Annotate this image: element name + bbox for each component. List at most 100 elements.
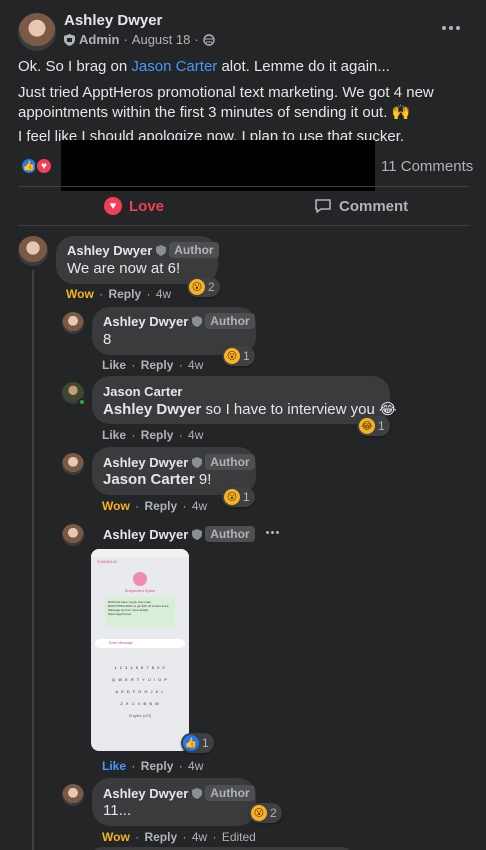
comment-header: Ashley Dwyer Author <box>67 242 219 258</box>
like-button[interactable]: Like <box>102 759 126 773</box>
reply-avatar[interactable] <box>62 524 84 546</box>
reply-text: 11... <box>103 802 132 819</box>
reply-reactions[interactable]: 👍 1 <box>181 733 214 753</box>
shield-icon <box>192 787 203 799</box>
love-reaction-icon: ♥ <box>35 157 53 175</box>
attached-screenshot-image[interactable]: 918246124 Suspected Spam 2020 has been r… <box>91 549 189 751</box>
reply-author[interactable]: Ashley Dwyer <box>103 455 188 470</box>
post-line-1: Ok. So I brag on Jason Carter alot. Lemm… <box>18 58 390 75</box>
reply-button[interactable]: Reply <box>144 499 177 513</box>
post-line-2: Just tried ApptHeros promotional text ma… <box>18 84 434 121</box>
comment-icon <box>315 199 331 213</box>
reply-reactions[interactable]: 😮 2 <box>249 803 282 823</box>
reply-header: Ashley Dwyer Author <box>103 526 255 542</box>
thread-line <box>32 270 34 850</box>
reply-reactions[interactable]: 😂 1 <box>357 416 390 436</box>
reply-button[interactable]: Reply <box>108 287 141 301</box>
reply-button[interactable]: Reply <box>141 358 174 372</box>
comment-actions: Wow · Reply · 4w <box>66 287 172 301</box>
wow-reaction-icon: 😮 <box>251 805 267 821</box>
reply-button[interactable]: Reply <box>141 428 174 442</box>
mention-tag[interactable]: Ashley Dwyer <box>103 401 201 418</box>
reply-author[interactable]: Jason Carter <box>103 384 182 399</box>
mention-link[interactable]: Jason Carter <box>131 58 217 75</box>
keyboard: 1 2 3 4 5 6 7 8 9 0 Q W E R T Y U I O P … <box>91 652 189 722</box>
reply-actions: Like · Reply · 4w <box>102 759 204 773</box>
reply-header: Ashley Dwyer Author <box>103 313 255 329</box>
admin-shield-icon <box>64 33 75 46</box>
comment-text: We are now at 6! <box>67 260 181 277</box>
author-badge: Author <box>205 785 255 801</box>
author-badge: Author <box>205 526 255 542</box>
shield-icon <box>192 456 203 468</box>
reply-avatar[interactable] <box>62 453 84 475</box>
comment-avatar[interactable] <box>18 236 48 266</box>
post-reactions-summary[interactable]: 👍 ♥ <box>20 157 53 175</box>
like-reaction-icon: 👍 <box>183 735 199 751</box>
actions-divider-top <box>18 186 469 187</box>
comment-time[interactable]: 4w <box>156 287 171 301</box>
comment-more-icon[interactable] <box>266 531 279 534</box>
love-icon: ♥ <box>104 197 122 215</box>
reply-button[interactable]: Reply <box>141 759 174 773</box>
love-button[interactable]: ♥ Love <box>104 197 164 215</box>
comments-count[interactable]: 11 Comments <box>381 158 473 175</box>
reply-actions: Wow · Reply · 4w · Edited <box>102 830 256 844</box>
comment-button[interactable]: Comment <box>314 197 408 215</box>
reply-text: 8 <box>103 331 112 348</box>
comment-time[interactable]: 4w <box>192 830 207 844</box>
reply-avatar[interactable] <box>62 312 84 334</box>
comment-time[interactable]: 4w <box>188 759 203 773</box>
comment-author[interactable]: Ashley Dwyer <box>67 243 152 258</box>
reply-text: Ashley Dwyer so I have to interview you … <box>103 401 397 418</box>
author-badge: Author <box>205 454 255 470</box>
contact-icon <box>133 572 147 586</box>
like-button[interactable]: Like <box>102 428 126 442</box>
reply-text: Jason Carter 9! <box>103 471 212 488</box>
reply-button[interactable]: Reply <box>144 830 177 844</box>
post-author-avatar[interactable] <box>18 13 56 51</box>
mention-tag[interactable]: Jason Carter <box>103 471 195 488</box>
author-badge: Author <box>205 313 255 329</box>
comment-time[interactable]: 4w <box>192 499 207 513</box>
actions-divider-bottom <box>18 225 469 226</box>
post-role: Admin <box>79 32 120 47</box>
post-meta: Admin · August 18 · <box>64 32 215 47</box>
like-button[interactable]: Like <box>102 358 126 372</box>
reply-actions: Like · Reply · 4w <box>102 428 204 442</box>
sms-message: 2020 has been rough. Use code BACKTOSCHO… <box>105 597 175 627</box>
haha-reaction-icon: 😂 <box>359 418 375 434</box>
more-options-icon[interactable] <box>442 20 462 36</box>
reply-reactions[interactable]: 😮 1 <box>222 346 255 366</box>
redacted-area <box>61 140 375 191</box>
reply-avatar[interactable] <box>62 784 84 806</box>
spam-title: Suspected Spam <box>124 588 156 593</box>
message-input: Enter Message <box>95 639 185 648</box>
reaction-button[interactable]: Wow <box>66 287 94 301</box>
reply-reactions[interactable]: 😮 1 <box>222 487 255 507</box>
reply-header: Ashley Dwyer Author <box>103 454 255 470</box>
wow-reaction-icon: 😮 <box>224 489 240 505</box>
comment-time[interactable]: 4w <box>188 358 203 372</box>
shield-icon <box>192 528 203 540</box>
wow-reaction-icon: 😮 <box>224 348 240 364</box>
privacy-globe-icon <box>202 33 215 46</box>
online-status-dot <box>78 398 86 406</box>
reply-author[interactable]: Ashley Dwyer <box>103 527 188 542</box>
reply-author[interactable]: Ashley Dwyer <box>103 314 188 329</box>
post-author-name[interactable]: Ashley Dwyer <box>64 12 162 29</box>
reaction-button[interactable]: Wow <box>102 499 130 513</box>
reply-author[interactable]: Ashley Dwyer <box>103 786 188 801</box>
shield-icon <box>192 315 203 327</box>
reaction-button[interactable]: Wow <box>102 830 130 844</box>
post-date[interactable]: August 18 <box>132 32 191 47</box>
reply-actions: Like · Reply · 4w <box>102 358 204 372</box>
edited-label: Edited <box>221 830 256 844</box>
comment-time[interactable]: 4w <box>188 428 203 442</box>
shield-icon <box>156 244 167 256</box>
reply-actions: Wow · Reply · 4w <box>102 499 208 513</box>
reply-header: Ashley Dwyer Author <box>103 785 255 801</box>
author-badge: Author <box>169 242 219 258</box>
wow-reaction-icon: 😮 <box>189 279 205 295</box>
comment-reactions[interactable]: 😮 2 <box>187 277 220 297</box>
